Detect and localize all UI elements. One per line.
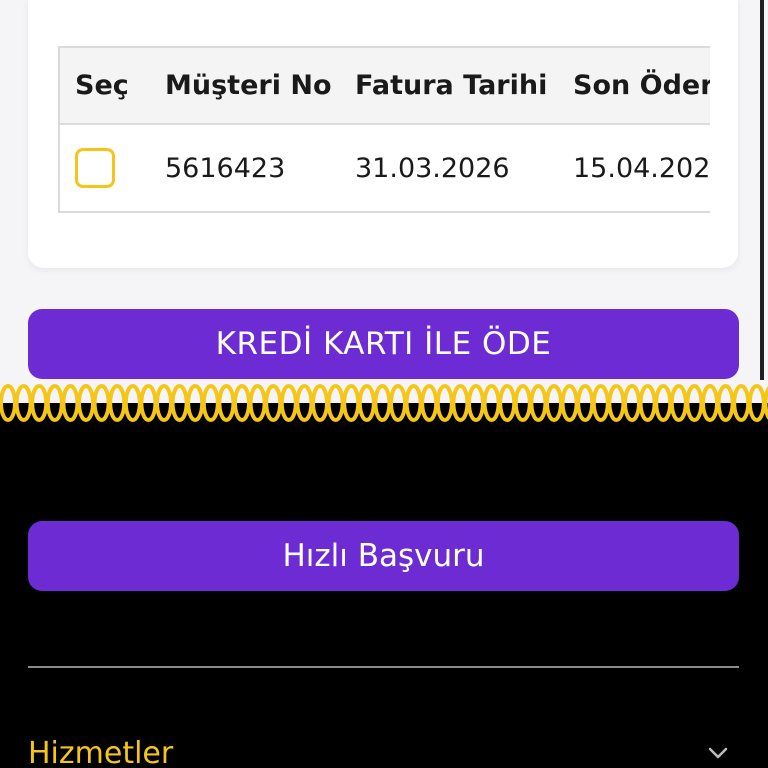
column-header-due-date: Son Öder: [563, 48, 710, 125]
scrollbar[interactable]: [760, 0, 764, 425]
due-date-cell: 15.04.202: [573, 152, 710, 184]
checkbox-empty-icon[interactable]: [75, 148, 115, 188]
chevron-down-icon: [708, 747, 728, 759]
invoice-table: Seç Müşteri No Fatura Tarihi Son Öder 56…: [60, 48, 710, 211]
select-cell: [60, 124, 150, 211]
quick-apply-button[interactable]: Hızlı Başvuru: [28, 521, 739, 591]
decorative-coil-border: [0, 380, 768, 426]
footer-divider: [28, 666, 739, 668]
table-header-row: Seç Müşteri No Fatura Tarihi Son Öder: [60, 48, 710, 125]
column-header-select: Seç: [60, 48, 150, 125]
invoice-table-container[interactable]: Seç Müşteri No Fatura Tarihi Son Öder 56…: [58, 46, 710, 213]
content-area: Seç Müşteri No Fatura Tarihi Son Öder 56…: [0, 0, 768, 425]
column-header-invoice-date: Fatura Tarihi: [345, 48, 563, 125]
pay-with-credit-card-button[interactable]: KREDİ KARTI İLE ÖDE: [28, 309, 739, 379]
invoice-date-cell: 31.03.2026: [355, 152, 510, 184]
customer-no-cell: 5616423: [165, 152, 286, 184]
services-label: Hizmetler: [28, 736, 174, 768]
coil-pattern-icon: [0, 384, 768, 426]
services-accordion[interactable]: Hizmetler: [28, 730, 739, 768]
column-header-customer-no: Müşteri No: [150, 48, 345, 125]
invoice-card: Seç Müşteri No Fatura Tarihi Son Öder 56…: [28, 0, 738, 268]
table-row: 5616423 31.03.2026 15.04.202: [60, 124, 710, 211]
